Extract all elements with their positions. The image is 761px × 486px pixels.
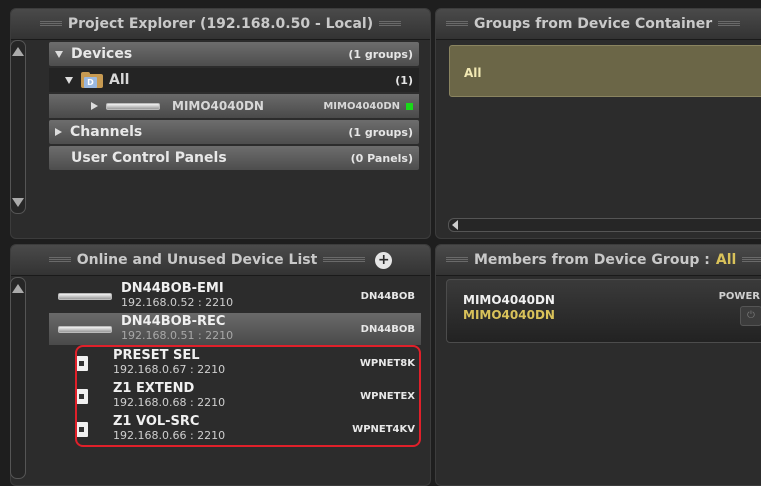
members-group-name: All bbox=[715, 252, 737, 268]
scroll-up-icon[interactable] bbox=[12, 284, 24, 293]
explorer-scrollbar[interactable] bbox=[10, 40, 26, 214]
device-model: DN44BOB bbox=[360, 323, 415, 335]
device-rack-icon bbox=[106, 102, 160, 110]
device-list-scrollbar[interactable] bbox=[10, 277, 26, 479]
grip-icon bbox=[446, 257, 468, 263]
project-explorer-title: Project Explorer (192.168.0.50 - Local) bbox=[67, 16, 374, 32]
device-row[interactable]: DN44BOB-EMI 192.168.0.52 : 2210 DN44BOB bbox=[49, 280, 421, 312]
tree-devices-count: (1 groups) bbox=[348, 47, 413, 61]
expand-icon[interactable] bbox=[65, 76, 73, 84]
groups-panel: Groups from Device Container bbox=[435, 8, 761, 239]
folder-icon: D bbox=[81, 72, 103, 88]
tree-user-panels-count: (0 Panels) bbox=[350, 151, 413, 165]
power-icon[interactable]: ⏻ bbox=[740, 306, 761, 326]
tree-channels-count: (1 groups) bbox=[348, 125, 413, 139]
tree-channels[interactable]: Channels (1 groups) bbox=[49, 120, 419, 144]
project-tree: Devices (1 groups) D All (1) MIMO4040DN … bbox=[49, 42, 419, 172]
tree-user-control-panels[interactable]: User Control Panels (0 Panels) bbox=[49, 146, 419, 170]
tree-devices-label: Devices bbox=[71, 46, 133, 62]
grip-icon bbox=[718, 21, 741, 27]
project-explorer-header: Project Explorer (192.168.0.50 - Local) bbox=[11, 9, 430, 40]
member-name: MIMO4040DN bbox=[463, 293, 555, 307]
grip-icon bbox=[323, 257, 366, 263]
grip-icon bbox=[446, 21, 468, 27]
device-rack-icon bbox=[58, 292, 112, 300]
device-ip: 192.168.0.52 : 2210 bbox=[121, 296, 234, 309]
member-subname: MIMO4040DN bbox=[463, 308, 555, 322]
expand-icon[interactable] bbox=[55, 128, 62, 136]
device-list-header: Online and Unused Device List + bbox=[11, 245, 430, 276]
group-item-all[interactable]: All bbox=[449, 45, 761, 97]
tree-user-panels-label: User Control Panels bbox=[71, 150, 227, 166]
grip-icon bbox=[742, 257, 761, 263]
online-status-icon bbox=[406, 102, 413, 110]
power-label: POWER bbox=[718, 291, 760, 302]
expand-icon[interactable] bbox=[91, 102, 98, 110]
device-model: DN44BOB bbox=[360, 290, 415, 302]
tree-device-model: MIMO4040DN bbox=[323, 100, 400, 112]
tree-all-group[interactable]: D All (1) bbox=[49, 68, 419, 92]
tree-channels-label: Channels bbox=[70, 124, 143, 140]
groups-hscrollbar[interactable] bbox=[448, 218, 761, 232]
tree-device-name: MIMO4040DN bbox=[172, 99, 264, 113]
device-name: DN44BOB-REC bbox=[121, 314, 226, 329]
groups-title: Groups from Device Container bbox=[474, 16, 713, 32]
device-row[interactable]: DN44BOB-REC 192.168.0.51 : 2210 DN44BOB bbox=[49, 313, 421, 345]
expand-icon[interactable] bbox=[55, 50, 63, 58]
grip-icon bbox=[379, 21, 402, 27]
group-item-label: All bbox=[464, 66, 482, 80]
scroll-up-icon[interactable] bbox=[12, 47, 24, 56]
device-list-title: Online and Unused Device List bbox=[76, 252, 318, 268]
device-name: DN44BOB-EMI bbox=[121, 281, 224, 296]
tree-all-count: (1) bbox=[395, 73, 413, 87]
scroll-down-icon[interactable] bbox=[12, 198, 24, 207]
grip-icon bbox=[39, 21, 62, 27]
members-header: Members from Device Group : All bbox=[436, 245, 761, 276]
grip-icon bbox=[48, 257, 71, 263]
groups-header: Groups from Device Container bbox=[436, 9, 761, 40]
members-title: Members from Device Group : bbox=[474, 252, 710, 268]
selection-highlight bbox=[75, 345, 421, 447]
tree-all-label: All bbox=[109, 72, 130, 88]
device-rack-icon bbox=[58, 325, 112, 333]
tree-device-mimo[interactable]: MIMO4040DN MIMO4040DN bbox=[49, 94, 419, 118]
tree-devices[interactable]: Devices (1 groups) bbox=[49, 42, 419, 66]
member-card[interactable]: MIMO4040DN MIMO4040DN POWER ⏻ bbox=[446, 279, 761, 343]
scroll-left-icon[interactable] bbox=[452, 220, 458, 230]
device-ip: 192.168.0.51 : 2210 bbox=[121, 329, 234, 342]
add-device-button[interactable]: + bbox=[375, 251, 393, 269]
